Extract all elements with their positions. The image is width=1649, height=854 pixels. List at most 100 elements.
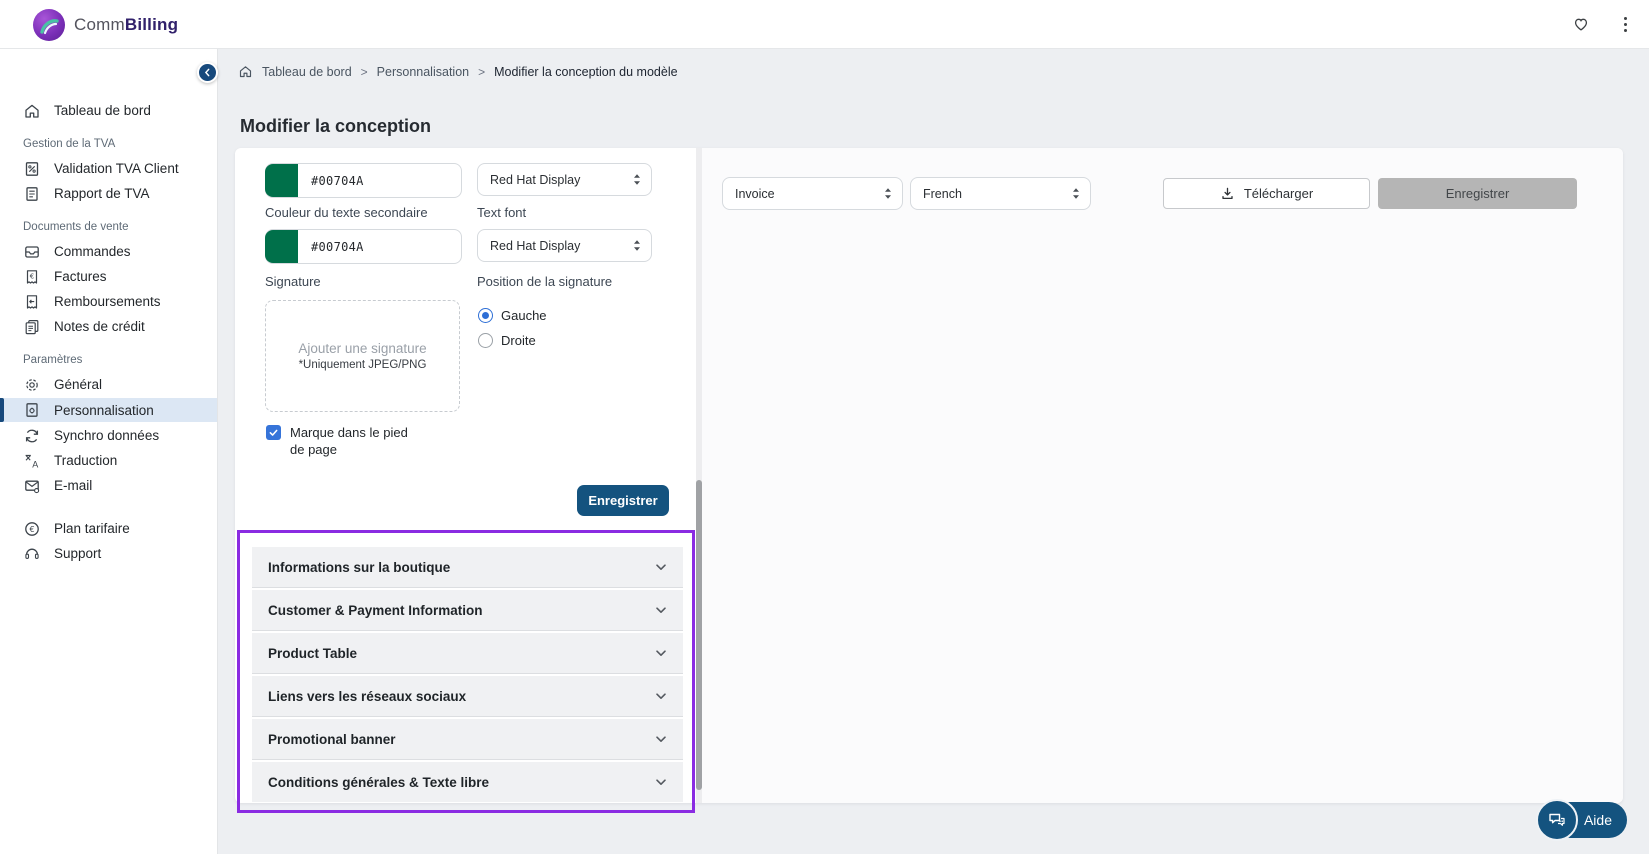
accordion-label: Product Table	[268, 645, 358, 661]
chevron-down-icon	[656, 779, 666, 785]
document-type-value: Invoice	[735, 186, 775, 201]
signature-position-gauche[interactable]: Gauche	[478, 308, 547, 323]
sidebar-item-label: Remboursements	[54, 294, 161, 309]
accordion-informations-boutique[interactable]: Informations sur la boutique	[252, 547, 683, 587]
design-editor-card: #00704A Red Hat Display Couleur du texte…	[235, 148, 1623, 813]
signature-format-note: *Uniquement JPEG/PNG	[298, 359, 427, 371]
secondary-color-field[interactable]: #00704A	[265, 229, 462, 264]
document-type-select[interactable]: Invoice	[722, 177, 903, 210]
sidebar-item-support[interactable]: Support	[0, 541, 217, 566]
sidebar-item-validation-tva[interactable]: Validation TVA Client	[0, 156, 217, 181]
sidebar-item-label: Commandes	[54, 244, 131, 259]
main-content: Tableau de bord > Personnalisation > Mod…	[217, 48, 1649, 854]
gear-icon	[23, 376, 41, 394]
favorite-heart-icon[interactable]	[1570, 13, 1592, 35]
sidebar-item-label: Personnalisation	[54, 402, 154, 418]
svg-text:€: €	[30, 272, 34, 280]
checkbox-check-icon[interactable]	[266, 425, 281, 440]
sidebar-item-label: Plan tarifaire	[54, 521, 130, 536]
breadcrumb-item-dashboard[interactable]: Tableau de bord	[262, 65, 352, 79]
brand-footer-checkbox-row[interactable]: Marque dans le pied de page	[266, 424, 412, 458]
primary-font-value: Red Hat Display	[490, 172, 581, 187]
text-font-label: Text font	[477, 205, 527, 220]
sidebar-collapse-icon	[204, 68, 210, 77]
primary-color-swatch[interactable]	[265, 164, 298, 197]
preview-save-button[interactable]: Enregistrer	[1378, 178, 1577, 209]
sidebar-item-commandes[interactable]: Commandes	[0, 239, 217, 264]
primary-color-field[interactable]: #00704A	[265, 163, 462, 198]
topbar-actions	[1570, 0, 1633, 48]
text-font-value: Red Hat Display	[490, 238, 581, 253]
radio-selected-icon	[478, 308, 493, 323]
sidebar-item-general[interactable]: Général	[0, 372, 217, 397]
download-button[interactable]: Télécharger	[1163, 178, 1370, 209]
sidebar-item-plan-tarifaire[interactable]: € Plan tarifaire	[0, 516, 217, 541]
pricing-icon: €	[23, 520, 41, 538]
select-stepper-icon	[634, 240, 640, 251]
chevron-down-icon	[656, 650, 666, 656]
sidebar-item-synchro-donnees[interactable]: Synchro données	[0, 423, 217, 448]
sidebar-item-notes-credit[interactable]: Notes de crédit	[0, 314, 217, 339]
sidebar-item-traduction[interactable]: A Traduction	[0, 448, 217, 473]
app-logo[interactable]: CommBilling	[33, 9, 178, 41]
sidebar-section-parametres: Paramètres	[23, 354, 83, 366]
translate-icon: A	[23, 452, 41, 470]
download-label: Télécharger	[1243, 186, 1314, 201]
invoices-icon: €	[23, 268, 41, 286]
kebab-menu-icon[interactable]	[1618, 14, 1633, 35]
accordion-reseaux-sociaux[interactable]: Liens vers les réseaux sociaux	[252, 676, 683, 716]
sidebar-item-email[interactable]: E-mail	[0, 473, 217, 498]
sidebar-item-label: Validation TVA Client	[54, 161, 179, 176]
radio-unselected-icon	[478, 333, 493, 348]
commbilling-logo-icon	[33, 9, 65, 41]
sidebar-collapse-button[interactable]	[197, 62, 218, 83]
radio-label: Droite	[501, 333, 536, 348]
sidebar-item-tableau-de-bord[interactable]: Tableau de bord	[0, 98, 217, 123]
svg-text:€: €	[29, 525, 34, 534]
sidebar: Tableau de bord Gestion de la TVA Valida…	[0, 48, 218, 854]
sidebar-item-remboursements[interactable]: Remboursements	[0, 289, 217, 314]
sidebar-item-label: E-mail	[54, 478, 93, 493]
chevron-down-icon	[656, 736, 666, 742]
accordion-conditions-generales[interactable]: Conditions générales & Texte libre	[252, 762, 683, 802]
breadcrumb: Tableau de bord > Personnalisation > Mod…	[238, 64, 678, 79]
secondary-color-hex: #00704A	[311, 239, 364, 254]
accordion-label: Promotional banner	[268, 731, 396, 747]
accordion-promotional-banner[interactable]: Promotional banner	[252, 719, 683, 759]
support-icon	[23, 545, 41, 563]
select-stepper-icon	[885, 188, 891, 199]
refunds-icon	[23, 293, 41, 311]
secondary-color-label: Couleur du texte secondaire	[265, 205, 428, 220]
breadcrumb-item-personnalisation[interactable]: Personnalisation	[377, 65, 469, 79]
accordion-customer-payment[interactable]: Customer & Payment Information	[252, 590, 683, 630]
personalization-icon	[23, 401, 41, 419]
signature-position-label: Position de la signature	[477, 274, 613, 289]
sidebar-item-factures[interactable]: € Factures	[0, 264, 217, 289]
sidebar-item-personnalisation[interactable]: Personnalisation	[0, 398, 217, 422]
secondary-color-swatch[interactable]	[265, 230, 298, 263]
sidebar-section-documents-vente: Documents de vente	[23, 221, 129, 233]
chat-icon	[1536, 799, 1578, 841]
accordion-product-table[interactable]: Product Table	[252, 633, 683, 673]
primary-color-hex: #00704A	[311, 173, 364, 188]
credit-notes-icon	[23, 318, 41, 336]
chevron-down-icon	[656, 607, 666, 613]
signature-placeholder: Ajouter une signature	[298, 341, 427, 356]
sidebar-item-label: Synchro données	[54, 428, 160, 443]
primary-font-select[interactable]: Red Hat Display	[477, 163, 652, 196]
form-save-button[interactable]: Enregistrer	[577, 485, 669, 516]
accordion-label: Informations sur la boutique	[268, 559, 451, 575]
language-value: French	[923, 186, 962, 201]
sidebar-item-label: Traduction	[54, 453, 118, 468]
signature-upload-dropzone[interactable]: Ajouter une signature *Uniquement JPEG/P…	[265, 300, 460, 412]
language-select[interactable]: French	[910, 177, 1091, 210]
signature-position-droite[interactable]: Droite	[478, 333, 536, 348]
left-panel-scrollbar[interactable]	[696, 480, 702, 790]
sidebar-item-label: Tableau de bord	[54, 103, 151, 118]
text-font-select[interactable]: Red Hat Display	[477, 229, 652, 262]
accordion-label: Customer & Payment Information	[268, 602, 483, 618]
sidebar-item-rapport-tva[interactable]: Rapport de TVA	[0, 181, 217, 206]
top-header: CommBilling	[0, 0, 1649, 49]
app-root: CommBilling Tableau de bord Gestion de l…	[0, 0, 1649, 854]
